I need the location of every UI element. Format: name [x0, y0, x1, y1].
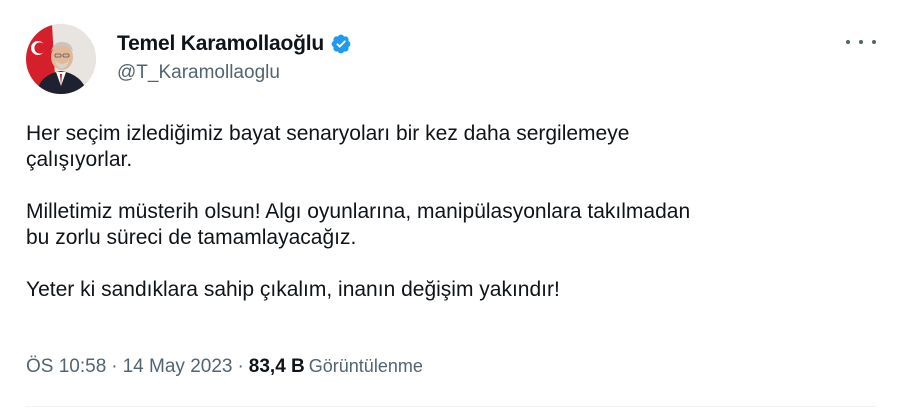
divider — [26, 406, 876, 407]
user-handle[interactable]: @T_Karamollaoglu — [117, 62, 280, 84]
more-options-icon — [872, 40, 876, 44]
display-name[interactable]: Temel Karamollaoğlu — [117, 32, 324, 56]
verified-badge-icon — [330, 33, 352, 55]
display-name-row: Temel Karamollaoğlu — [117, 31, 352, 57]
tweet-time[interactable]: ÖS 10:58 — [26, 356, 106, 378]
more-options-icon — [859, 40, 863, 44]
views-count[interactable]: 83,4 B — [249, 356, 305, 378]
views-label: Görüntülenme — [308, 356, 423, 376]
tweet-date[interactable]: 14 May 2023 — [123, 356, 233, 378]
tweet-text: Her seçim izlediğimiz bayat senaryoları … — [26, 121, 876, 329]
meta-separator: · — [237, 356, 244, 377]
more-options-button[interactable] — [846, 32, 876, 52]
tweet-paragraph: Yeter ki sandıklara sahip çıkalım, inanı… — [26, 278, 560, 301]
tweet-meta: ÖS 10:58 · 14 May 2023 · 83,4 B Görüntül… — [26, 356, 423, 378]
more-options-icon — [846, 40, 850, 44]
avatar[interactable] — [26, 24, 96, 94]
tweet: Temel Karamollaoğlu @T_Karamollaoglu Her… — [0, 0, 900, 415]
meta-separator: · — [111, 356, 118, 377]
tweet-paragraph: Her seçim izlediğimiz bayat senaryoları … — [26, 122, 630, 171]
tweet-paragraph: Milletimiz müsterih olsun! Algı oyunları… — [26, 200, 691, 249]
avatar-image — [26, 24, 96, 94]
